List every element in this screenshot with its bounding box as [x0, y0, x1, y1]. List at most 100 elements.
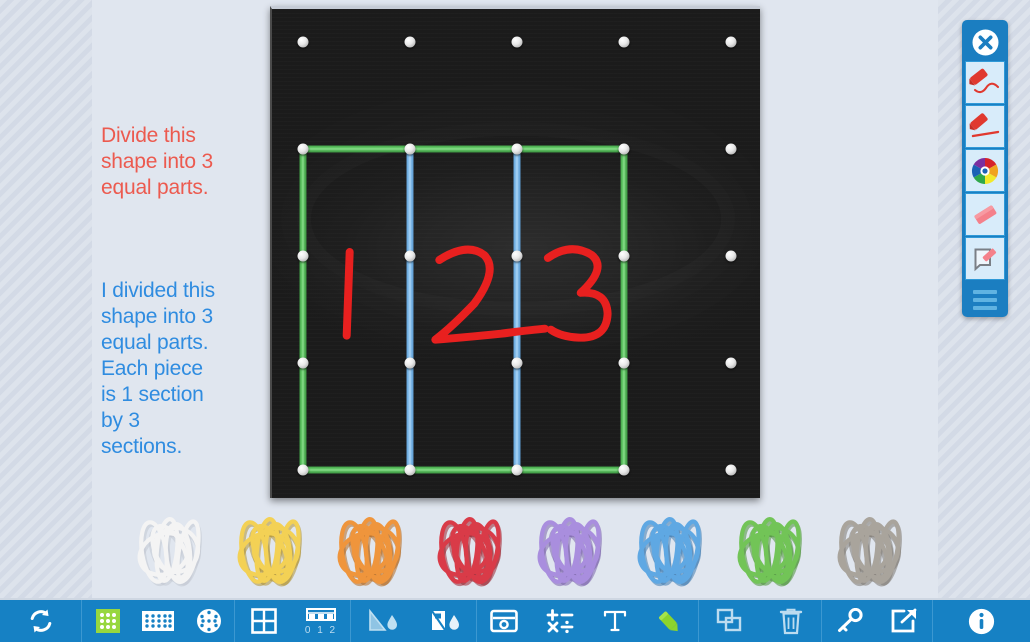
- text-tool-button[interactable]: [591, 600, 639, 642]
- pen-freehand-tool[interactable]: [965, 61, 1005, 104]
- peg[interactable]: [618, 36, 630, 48]
- board-type-group: [82, 600, 236, 642]
- color-picker-tool[interactable]: [965, 149, 1005, 192]
- peg[interactable]: [725, 464, 737, 476]
- peg[interactable]: [725, 250, 737, 262]
- rubber-band-green[interactable]: [299, 149, 307, 470]
- number-line-label: 0 1 2: [305, 625, 337, 636]
- peg[interactable]: [618, 357, 630, 369]
- pencil-icon: [658, 611, 678, 632]
- circle-grid-icon: [197, 609, 222, 633]
- orange-rubber-bands[interactable]: [320, 506, 420, 594]
- duplicate-icon: [716, 608, 741, 632]
- text-t-icon: [604, 610, 627, 632]
- peg[interactable]: [618, 143, 630, 155]
- peg[interactable]: [725, 357, 737, 369]
- blue-rubber-bands[interactable]: [620, 506, 720, 594]
- overlay-group: 0 1 2: [235, 600, 351, 642]
- peg[interactable]: [618, 250, 630, 262]
- ink-digit-3: [543, 245, 612, 342]
- geoboard-app: Divide this shape into 3 equal parts. I …: [0, 0, 1030, 642]
- fill-all-icon: [431, 610, 460, 631]
- geoboard-canvas[interactable]: [270, 6, 760, 498]
- peg[interactable]: [511, 143, 523, 155]
- camera-button[interactable]: [480, 600, 528, 642]
- fill-all-button[interactable]: [420, 600, 468, 642]
- rubber-band-blue[interactable]: [513, 149, 521, 470]
- color-wheel-icon: [971, 157, 999, 184]
- share-icon: [891, 608, 917, 633]
- drawing-toolbar: [962, 20, 1008, 317]
- background-stripe-left: [0, 0, 92, 642]
- peg[interactable]: [404, 250, 416, 262]
- peg[interactable]: [404, 357, 416, 369]
- rubber-band-bundle-icon: [537, 517, 602, 587]
- info-group: [933, 600, 1030, 642]
- peg[interactable]: [725, 143, 737, 155]
- ink-digit-2: [431, 245, 549, 344]
- number-line-icon: 0 1 2: [305, 608, 337, 636]
- peg[interactable]: [297, 357, 309, 369]
- edit-group: [699, 600, 823, 642]
- delete-button[interactable]: [767, 600, 815, 642]
- peg[interactable]: [511, 464, 523, 476]
- math-operators-icon: [546, 609, 574, 634]
- ink-digit-1: [342, 248, 354, 340]
- camera-icon: [490, 609, 519, 633]
- red-rubber-bands[interactable]: [420, 506, 520, 594]
- share-button[interactable]: [880, 600, 928, 642]
- close-icon: [972, 29, 998, 55]
- menu-line-2: [973, 298, 997, 302]
- rubber-band-bundle-icon: [237, 517, 302, 587]
- yellow-rubber-bands[interactable]: [220, 506, 320, 594]
- peg[interactable]: [511, 250, 523, 262]
- fill-shape-button[interactable]: [358, 600, 406, 642]
- peg[interactable]: [297, 250, 309, 262]
- share-group: [822, 600, 933, 642]
- refresh-icon: [30, 609, 52, 633]
- board-square-small-button[interactable]: [84, 600, 132, 642]
- draw-tool-button[interactable]: [647, 600, 695, 642]
- rubber-band-bundle-icon: [337, 517, 402, 587]
- peg[interactable]: [297, 464, 309, 476]
- pen-curve-icon: [969, 68, 1000, 93]
- peg[interactable]: [297, 143, 309, 155]
- rubber-band-green[interactable]: [620, 149, 628, 470]
- peg[interactable]: [404, 36, 416, 48]
- key-button[interactable]: [826, 600, 874, 642]
- peg[interactable]: [404, 464, 416, 476]
- toolbar-menu-handle[interactable]: [962, 281, 1008, 317]
- close-toolbar-button[interactable]: [962, 23, 1008, 61]
- peg[interactable]: [618, 464, 630, 476]
- grid-wide-icon: [142, 611, 175, 631]
- rubber-band-tray: [92, 500, 938, 600]
- white-rubber-bands[interactable]: [120, 506, 220, 594]
- rubber-band-blue[interactable]: [406, 149, 414, 470]
- number-line-button[interactable]: 0 1 2: [297, 600, 345, 642]
- board-circle-button[interactable]: [185, 600, 233, 642]
- eraser-icon: [974, 205, 997, 224]
- info-button[interactable]: [957, 600, 1005, 642]
- peg[interactable]: [511, 357, 523, 369]
- green-rubber-bands[interactable]: [720, 506, 820, 594]
- peg[interactable]: [297, 36, 309, 48]
- duplicate-button[interactable]: [706, 600, 754, 642]
- peg[interactable]: [511, 36, 523, 48]
- grid-overlay-button[interactable]: [240, 600, 288, 642]
- math-operators-button[interactable]: [536, 600, 584, 642]
- rubber-band-green[interactable]: [303, 466, 624, 474]
- gray-rubber-bands[interactable]: [820, 506, 920, 594]
- eraser-tool[interactable]: [965, 193, 1005, 236]
- note-tool[interactable]: [965, 237, 1005, 280]
- board-rect-button[interactable]: [134, 600, 182, 642]
- peg[interactable]: [725, 36, 737, 48]
- purple-rubber-bands[interactable]: [520, 506, 620, 594]
- peg[interactable]: [404, 143, 416, 155]
- pen-line-tool[interactable]: [965, 105, 1005, 148]
- fill-triangle-icon: [369, 608, 397, 631]
- reset-button[interactable]: [17, 600, 65, 642]
- rubber-band-green[interactable]: [303, 145, 624, 153]
- menu-line-3: [973, 306, 997, 310]
- bottom-toolbar: 0 1 2: [0, 598, 1030, 642]
- rubber-band-bundle-icon: [737, 517, 802, 587]
